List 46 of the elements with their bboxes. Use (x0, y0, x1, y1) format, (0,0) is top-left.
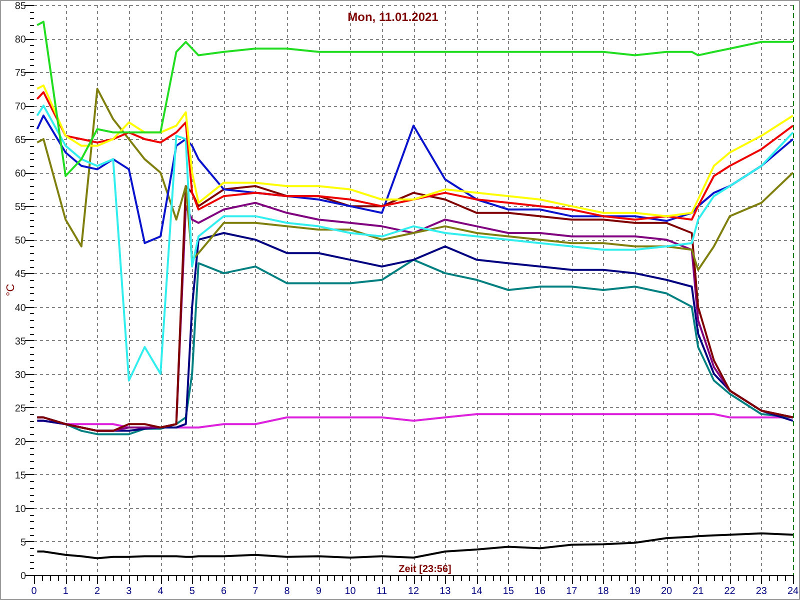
tick-label: 40 (14, 302, 26, 314)
tick-label: 15 (502, 586, 514, 597)
tick-label: 5 (189, 586, 195, 597)
tick-label: 35 (14, 336, 26, 348)
tick-label: 10 (14, 504, 26, 515)
tick-label: 70 (14, 102, 26, 113)
axis-label: °C (5, 284, 17, 296)
tick-label: 4 (158, 586, 164, 597)
tick-label: 20 (660, 586, 672, 597)
tick-label: 22 (724, 586, 736, 597)
tick-label: 20 (14, 436, 26, 448)
tick-label: 17 (566, 586, 578, 597)
tick-label: 25 (14, 403, 26, 414)
tick-label: 0 (31, 586, 37, 597)
tick-label: 10 (344, 586, 356, 597)
tick-label: 8 (284, 586, 290, 597)
tick-label: 80 (14, 34, 26, 46)
tick-label: 14 (471, 586, 482, 597)
tick-label: 13 (440, 586, 451, 597)
tick-label: 85 (14, 1, 26, 12)
axis-label: Zeit [23:56] (398, 564, 452, 575)
tick-label: 19 (629, 586, 640, 597)
tick-label: 75 (14, 68, 26, 80)
tick-label: 7 (252, 586, 258, 597)
tick-label: 18 (598, 586, 609, 597)
tick-label: 16 (534, 586, 546, 597)
tick-label: 11 (376, 586, 388, 597)
tick-label: 12 (408, 586, 420, 597)
tick-label: 5 (20, 537, 26, 548)
tick-label: 45 (14, 269, 26, 280)
tick-label: 15 (14, 470, 26, 482)
tick-label: 2 (94, 586, 100, 597)
tick-label: 23 (756, 586, 767, 597)
tick-label: 21 (692, 586, 704, 597)
tick-label: 60 (14, 168, 26, 180)
tick-label: 9 (316, 586, 322, 597)
tick-label: 65 (14, 135, 26, 146)
tick-label: 24 (787, 586, 799, 597)
tick-label: 3 (126, 586, 132, 597)
tick-label: 6 (220, 586, 227, 597)
tick-label: 50 (14, 236, 26, 247)
tick-label: 1 (62, 586, 68, 597)
tick-label: 30 (14, 370, 26, 381)
tick-label: 0 (20, 571, 26, 582)
chart-title: Mon, 11.01.2021 (348, 10, 438, 24)
tick-label: 55 (14, 202, 26, 214)
